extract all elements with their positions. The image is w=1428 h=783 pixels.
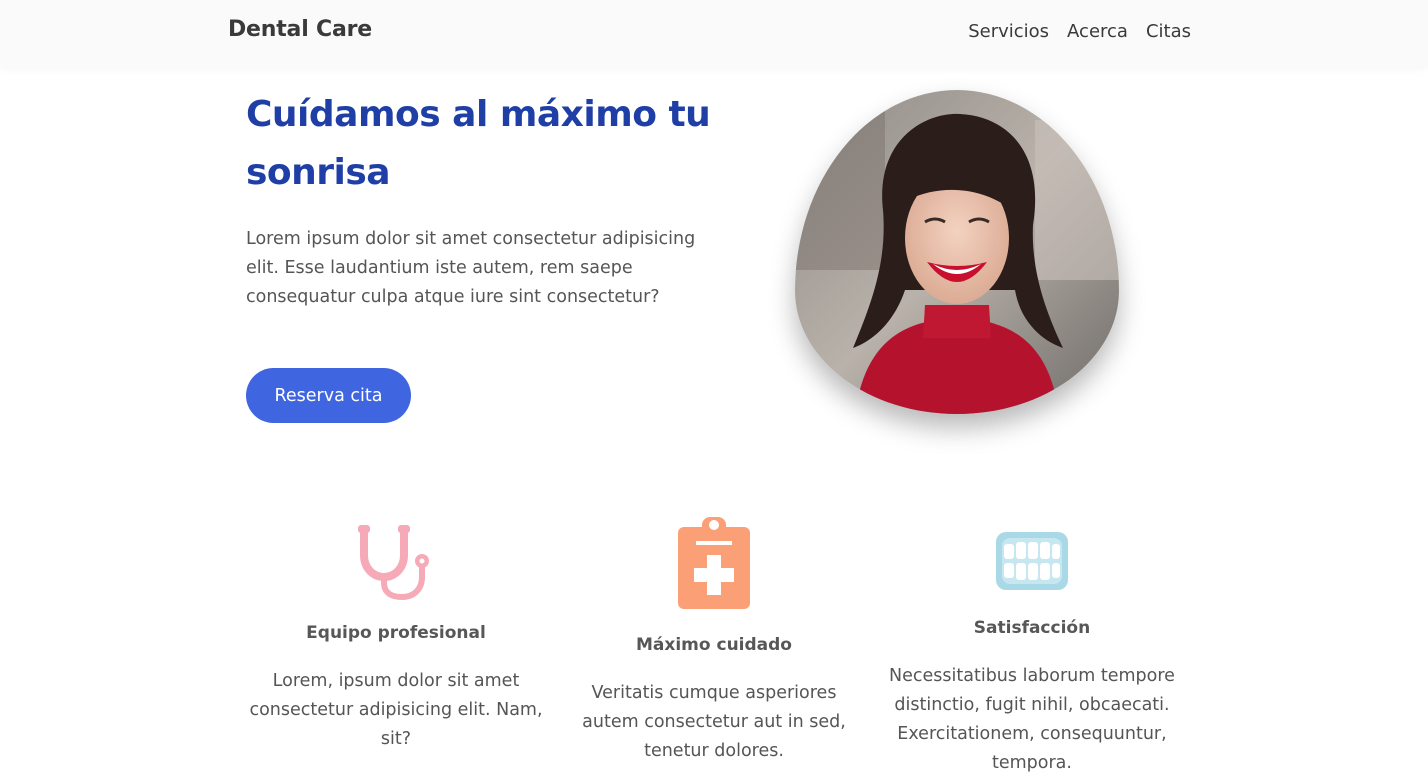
nav-link-servicios[interactable]: Servicios: [968, 21, 1049, 42]
nav-link-acerca[interactable]: Acerca: [1067, 21, 1128, 42]
book-appointment-button[interactable]: Reserva cita: [246, 368, 411, 423]
smiling-woman-photo: [795, 90, 1119, 414]
hero-photo: [795, 90, 1119, 414]
nav-links: Servicios Acerca Citas: [968, 21, 1191, 42]
feature-text: Necessitatibus laborum tempore distincti…: [889, 666, 1175, 773]
stethoscope-icon: [356, 521, 436, 605]
navbar: Dental Care Servicios Acerca Citas: [0, 0, 1428, 68]
brand-logo[interactable]: Dental Care: [228, 17, 372, 42]
hero-title: Cuídamos al máximo tu sonrisa: [246, 94, 711, 193]
feature-title: Satisfacción: [973, 618, 1091, 638]
teeth-icon: [994, 530, 1070, 596]
nav-link-citas[interactable]: Citas: [1146, 21, 1191, 42]
medical-clipboard-icon: [676, 513, 752, 615]
feature-text: Lorem, ipsum dolor sit amet consectetur …: [249, 671, 543, 749]
feature-title: Equipo profesional: [306, 623, 486, 643]
feature-satisfaction: Satisfacción Necessitatibus laborum temp…: [876, 505, 1188, 775]
feature-text: Veritatis cumque asperiores autem consec…: [582, 683, 846, 761]
feature-professional-team: Equipo profesional Lorem, ipsum dolor si…: [240, 505, 552, 775]
hero-text: Lorem ipsum dolor sit amet consectetur a…: [246, 229, 696, 307]
feature-title: Máximo cuidado: [636, 635, 792, 655]
feature-maximum-care: Máximo cuidado Veritatis cumque asperior…: [570, 505, 858, 775]
